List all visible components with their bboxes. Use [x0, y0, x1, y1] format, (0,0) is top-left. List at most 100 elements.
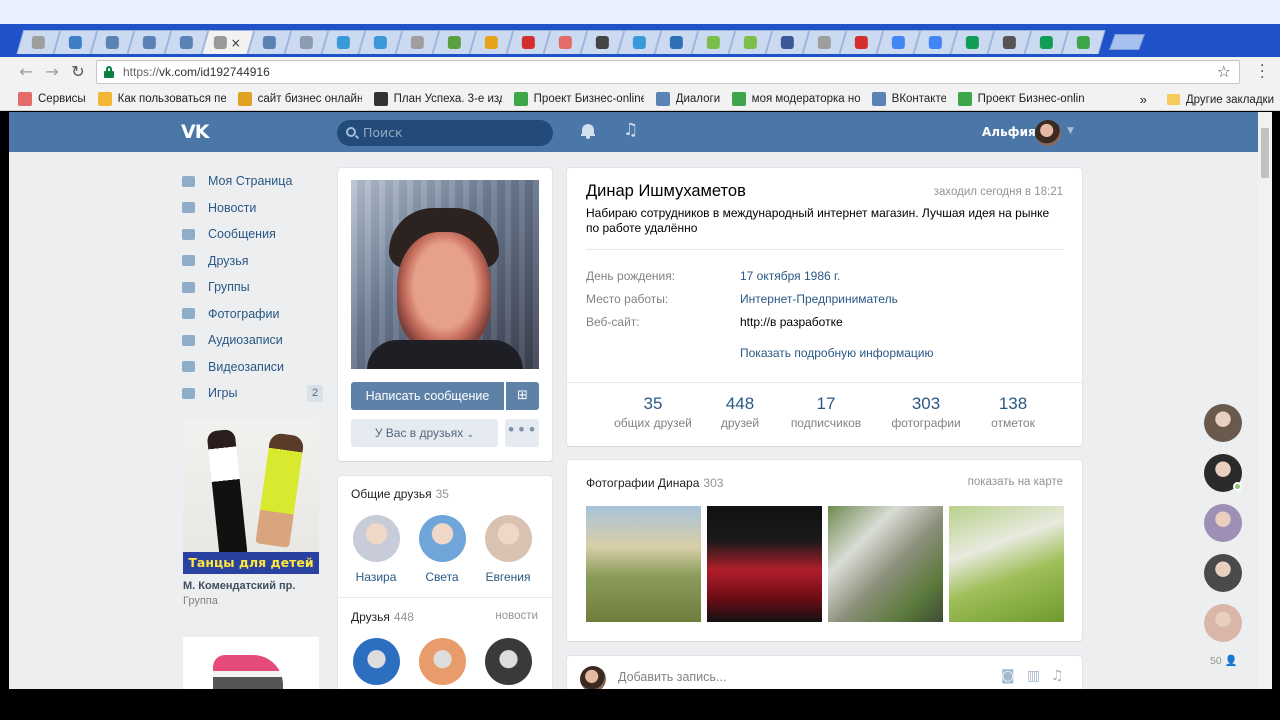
current-user-name[interactable]: Альфия — [982, 125, 1036, 139]
fast-chat-count[interactable]: 50 👤 — [1210, 654, 1247, 667]
mutual-friend[interactable]: Евгения — [475, 515, 541, 584]
bookmark-star-icon[interactable]: ☆ — [1217, 62, 1231, 81]
music-icon[interactable]: ♫ — [1051, 668, 1064, 684]
bookmark-item[interactable]: Сервисы — [18, 91, 86, 106]
ad-title[interactable]: М. Комендатский пр. — [183, 580, 319, 592]
fast-chat-avatar[interactable] — [1204, 454, 1242, 492]
mutual-friend[interactable]: Назира — [343, 515, 409, 584]
vk-logo[interactable]: VK — [181, 121, 209, 143]
ad-image[interactable]: Танцы для детей — [183, 418, 319, 574]
address-bar[interactable]: https://vk.com/id192744916 ☆ — [96, 60, 1240, 84]
search-input[interactable]: Поиск — [337, 120, 553, 146]
profile-counter[interactable]: 17 подписчиков — [776, 394, 876, 430]
profile-counter[interactable]: 138 отметок — [963, 394, 1063, 430]
instagram-icon — [780, 36, 794, 49]
photo-thumbnail[interactable] — [707, 506, 822, 622]
menu-item[interactable]: Друзья — [181, 248, 323, 275]
friend[interactable] — [343, 638, 409, 685]
url-text[interactable]: https://vk.com/id192744916 — [123, 65, 270, 79]
photo-thumbnail[interactable] — [586, 506, 701, 622]
bookmark-item[interactable]: сайт бизнес онлайн — [237, 91, 362, 106]
browser-tab[interactable]: × — [201, 30, 255, 54]
person-icon: 👤 — [1224, 655, 1238, 667]
page-scrollbar[interactable] — [1258, 112, 1272, 689]
gift-icon[interactable]: ⊞ — [506, 382, 539, 410]
info-value[interactable]: Интернет-Предприниматель — [740, 292, 898, 306]
show-full-info-link[interactable]: Показать подробную информацию — [740, 346, 934, 360]
send-message-button[interactable]: Написать сообщение — [351, 382, 504, 410]
bookmark-item[interactable]: Проект Бизнес-online — [513, 91, 644, 106]
counter-label: общих друзей — [614, 416, 692, 430]
reload-icon[interactable]: ↻ — [68, 62, 88, 82]
mutual-friends-header[interactable]: Общие друзья 35 — [351, 487, 449, 501]
friends-news-link[interactable]: новости — [495, 610, 538, 622]
friend[interactable] — [475, 638, 541, 685]
photo-thumbnail[interactable] — [949, 506, 1064, 622]
photo-thumbnail[interactable] — [828, 506, 943, 622]
friend-name[interactable]: Света — [409, 570, 475, 584]
bookmark-item[interactable]: моя модераторка но — [731, 91, 860, 106]
chevron-down-icon[interactable]: ▼ — [1067, 126, 1074, 136]
notifications-bell-icon[interactable] — [581, 124, 595, 139]
close-icon[interactable]: × — [231, 36, 241, 50]
menu-item[interactable]: Моя Страница — [181, 168, 323, 195]
profile-name: Динар Ишмухаметов — [586, 182, 746, 200]
profile-counter[interactable]: 35 общих друзей — [603, 394, 703, 430]
counter-label: фотографии — [891, 416, 961, 430]
bookmarks-overflow-icon[interactable]: » — [1140, 92, 1147, 107]
menu-item-label: Аудиозаписи — [208, 333, 283, 348]
new-post-input[interactable]: Добавить запись... — [618, 670, 726, 684]
counter-value: 303 — [911, 394, 941, 413]
vk-icon — [142, 36, 156, 49]
friend-name[interactable]: Евгения — [475, 570, 541, 584]
back-icon[interactable]: ← — [16, 62, 36, 82]
bookmark-item[interactable]: Диалоги — [655, 91, 720, 106]
menu-item[interactable]: Фотографии — [181, 301, 323, 328]
fast-chat-avatar[interactable] — [1204, 554, 1242, 592]
forward-icon[interactable]: → — [42, 62, 62, 82]
profile-counter[interactable]: 303 фотографии — [876, 394, 976, 430]
bookmark-item[interactable]: Как пользоваться пе — [97, 91, 226, 106]
menu-item[interactable]: Новости — [181, 195, 323, 222]
menu-item[interactable]: Сообщения — [181, 221, 323, 248]
avatar[interactable] — [418, 638, 466, 685]
avatar[interactable] — [352, 638, 400, 685]
video-icon[interactable]: ▥ — [1027, 668, 1040, 684]
browser-menu-icon[interactable]: · · · — [1260, 59, 1264, 85]
fast-chat-avatar[interactable] — [1204, 404, 1242, 442]
friend[interactable] — [409, 638, 475, 685]
ad-image-2[interactable] — [183, 637, 319, 689]
more-actions-button[interactable]: ••• — [505, 419, 539, 447]
new-tab-button[interactable] — [1109, 34, 1145, 50]
mutual-friend[interactable]: Света — [409, 515, 475, 584]
friends-status-button[interactable]: У Вас в друзьях ⌄ — [351, 419, 498, 447]
menu-item[interactable]: Аудиозаписи — [181, 327, 323, 354]
music-icon[interactable]: ♫ — [623, 120, 638, 140]
friends-header[interactable]: Друзья 448 — [351, 610, 414, 624]
profile-avatar[interactable] — [351, 180, 539, 369]
avatar[interactable] — [484, 638, 532, 685]
menu-item[interactable]: Группы — [181, 274, 323, 301]
fast-chat-avatar[interactable] — [1204, 604, 1242, 642]
other-bookmarks[interactable]: Другие закладки — [1166, 94, 1274, 106]
menu-item[interactable]: Видеозаписи — [181, 354, 323, 381]
friend-name[interactable]: Назира — [343, 570, 409, 584]
bookmark-item[interactable]: ВКонтакте — [871, 91, 946, 106]
ad-block[interactable]: Танцы для детей М. Комендатский пр. Груп… — [183, 418, 319, 607]
menu-item[interactable]: Игры 2 — [181, 380, 323, 407]
drive-icon — [1076, 36, 1090, 49]
show-on-map-link[interactable]: показать на карте — [968, 476, 1063, 488]
current-user-avatar[interactable] — [1035, 120, 1061, 146]
bookmark-item[interactable]: Проект Бизнес-online — [957, 91, 1084, 106]
circle-icon — [373, 91, 388, 106]
browser-tab[interactable] — [1061, 30, 1106, 54]
bookmark-item[interactable]: План Успеха. 3-е изд — [373, 91, 502, 106]
profile-counter[interactable]: 448 друзей — [690, 394, 790, 430]
avatar[interactable] — [484, 515, 532, 562]
photos-header[interactable]: Фотографии Динара 303 — [586, 476, 723, 490]
avatar[interactable] — [352, 515, 400, 562]
info-value[interactable]: 17 октября 1986 г. — [740, 269, 840, 283]
camera-icon[interactable]: ◙ — [1001, 668, 1015, 684]
avatar[interactable] — [418, 515, 466, 562]
fast-chat-avatar[interactable] — [1204, 504, 1242, 542]
